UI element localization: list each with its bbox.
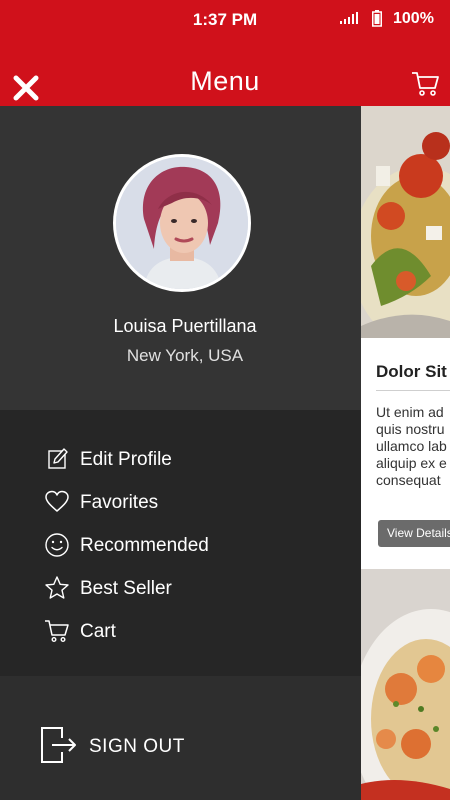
battery-percent: 100% [393,10,434,27]
profile-location: New York, USA [126,346,244,365]
menu-item-label: Cart [80,621,116,642]
avatar-photo [116,157,248,289]
status-time: 1:37 PM [192,10,258,29]
app-header: Menu [0,40,450,106]
side-drawer: Louisa Puertillana New York, USA Edit Pr… [0,106,361,800]
star-icon [45,576,69,599]
menu-item-label: Edit Profile [80,449,172,470]
food-image[interactable] [361,106,450,338]
smiley-icon [45,533,69,557]
card-title: Dolor Sit [376,362,447,381]
heart-icon [45,490,69,512]
profile-section: Louisa Puertillana New York, USA [0,106,361,410]
view-details-button[interactable]: View Details [378,520,450,547]
menu-item-label: Favorites [80,492,159,513]
menu-item-recommended[interactable]: Recommended [44,530,344,562]
signal-icon [340,12,358,24]
sign-out-icon [41,727,76,763]
menu-item-cart[interactable]: Cart [44,616,344,648]
cart-icon [45,620,69,643]
menu-item-edit-profile[interactable]: Edit Profile [44,444,344,476]
sign-out-button[interactable]: SIGN OUT [40,726,240,766]
menu-item-label: Recommended [80,535,209,556]
menu-item-favorites[interactable]: Favorites [44,487,344,519]
cart-icon[interactable] [410,68,440,98]
avatar[interactable] [113,154,251,292]
edit-icon [48,448,68,469]
menu-list: Edit Profile Favorites Recommended Best … [0,410,361,676]
status-bar: 1:37 PM 100% [0,0,450,40]
profile-name: Louisa Puertillana [113,316,257,336]
page-title: Menu [190,66,260,96]
main-content: Dolor Sit Ut enim ad quis nostru ullamco… [361,106,450,800]
card-divider [376,390,450,391]
menu-item-best-seller[interactable]: Best Seller [44,573,344,605]
sign-out-label: SIGN OUT [89,736,185,757]
food-image[interactable] [361,569,450,800]
menu-item-label: Best Seller [80,578,172,599]
battery-icon [372,10,382,27]
card-description: Ut enim ad quis nostru ullamco lab aliqu… [376,404,447,488]
